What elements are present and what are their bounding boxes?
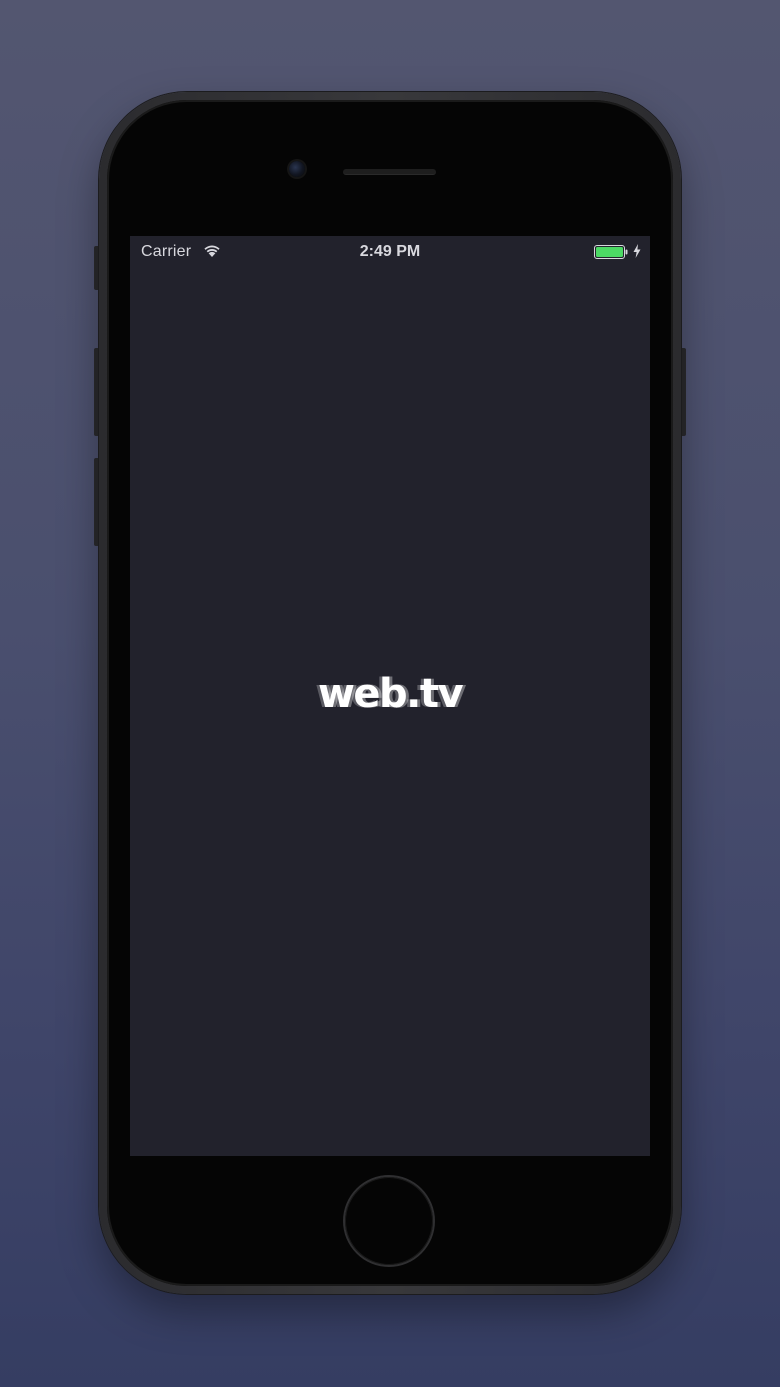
battery-icon [594, 245, 628, 259]
app-screen[interactable]: Carrier 2:49 PM web.tv [130, 236, 650, 1156]
charging-bolt-icon [633, 244, 641, 258]
earpiece-speaker [343, 169, 436, 175]
front-camera-icon [289, 161, 305, 177]
status-bar: Carrier 2:49 PM [130, 236, 650, 266]
webtv-logo: web.tv [317, 671, 464, 717]
home-button[interactable] [345, 1177, 433, 1265]
status-time: 2:49 PM [359, 243, 421, 260]
